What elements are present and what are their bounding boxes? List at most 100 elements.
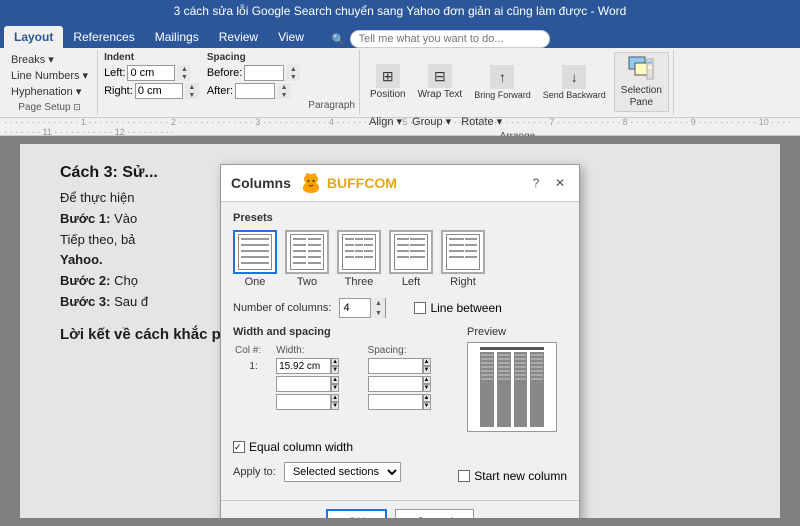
apply-start-row: Apply to: Selected sections Start new co… — [233, 462, 567, 490]
col2-width-down[interactable]: ▼ — [331, 384, 339, 392]
tab-mailings[interactable]: Mailings — [145, 26, 209, 48]
preview-cols — [480, 352, 544, 427]
preset-three-label: Three — [345, 276, 374, 288]
paragraph-label: Paragraph — [308, 98, 355, 113]
spacing-before-input[interactable] — [244, 65, 284, 81]
indent-right-down[interactable]: ▼ — [185, 91, 199, 99]
start-new-column-row: Start new column — [458, 469, 567, 483]
col1-spacing-field: ▲ ▼ — [368, 358, 455, 374]
col1-width-down[interactable]: ▼ — [331, 366, 339, 374]
preset-two[interactable]: Two — [285, 230, 329, 288]
col3-width-up[interactable]: ▲ — [331, 394, 339, 402]
apply-to-label: Apply to: — [233, 466, 276, 478]
columns-up-arrow[interactable]: ▲ — [371, 298, 385, 308]
col3-width-stepper: ▲ ▼ — [331, 394, 339, 410]
breaks-btn[interactable]: Breaks ▾ — [8, 52, 91, 67]
preset-three[interactable]: Three — [337, 230, 381, 288]
spacing-after-down[interactable]: ▼ — [277, 91, 291, 99]
line-between-label: Line between — [430, 301, 501, 315]
line-numbers-btn[interactable]: Line Numbers ▾ — [8, 68, 91, 83]
width-spacing-table: Col #: Width: Spacing: 1: — [233, 344, 457, 411]
col3-row: ▲ ▼ — [233, 393, 457, 411]
columns-dialog: Columns BUFFCOM — [220, 164, 580, 518]
spacing-before-down[interactable]: ▼ — [286, 73, 300, 81]
bring-forward-icon: ↑ — [490, 65, 514, 89]
col3-spacing-field: ▲ ▼ — [368, 394, 455, 410]
col3-spacing-input[interactable] — [368, 394, 423, 410]
col1-spacing-input[interactable] — [368, 358, 423, 374]
indent-right-up[interactable]: ▲ — [185, 83, 199, 91]
title-text: 3 cách sửa lỗi Google Search chuyển sang… — [174, 4, 627, 18]
col2-spacing-input[interactable] — [368, 376, 423, 392]
col2-width-stepper: ▲ ▼ — [331, 376, 339, 392]
start-new-column-checkbox[interactable] — [458, 470, 470, 482]
ribbon-group-arrange: ⊞ Position ⊟ Wrap Text ↑ Bring Forward ↓… — [362, 50, 674, 115]
col3-width-down[interactable]: ▼ — [331, 402, 339, 410]
col3-width-field: ▲ ▼ — [276, 394, 363, 410]
dialog-overlay: Columns BUFFCOM — [20, 144, 780, 518]
tab-view[interactable]: View — [268, 26, 314, 48]
indent-right-input[interactable] — [135, 83, 183, 99]
col2-spacing-field: ▲ ▼ — [368, 376, 455, 392]
col1-spacing-stepper: ▲ ▼ — [423, 358, 431, 374]
equal-column-width-checkbox[interactable]: ✓ — [233, 441, 245, 453]
indent-left-label: Left: — [104, 67, 125, 79]
position-btn[interactable]: ⊞ Position — [366, 62, 410, 102]
indent-right-label: Right: — [104, 85, 133, 97]
apply-to-row: Apply to: Selected sections — [233, 462, 401, 482]
ruler: · · · · · · · · · · · · · · 1 · · · · · … — [0, 118, 800, 136]
preset-left[interactable]: Left — [389, 230, 433, 288]
spacing-header: Spacing: — [366, 344, 457, 357]
spacing-after-up[interactable]: ▲ — [277, 83, 291, 91]
preview-col-3 — [514, 352, 528, 427]
bring-forward-btn[interactable]: ↑ Bring Forward — [470, 63, 535, 102]
tab-layout[interactable]: Layout — [4, 26, 63, 48]
col3-width-input[interactable] — [276, 394, 331, 410]
document-area: Cách 3: Sử... Để thực hiện Bước 1: Vào T… — [0, 136, 800, 526]
tab-references[interactable]: References — [63, 26, 144, 48]
preset-one[interactable]: One — [233, 230, 277, 288]
col1-width-up[interactable]: ▲ — [331, 358, 339, 366]
indent-left-input[interactable] — [127, 65, 175, 81]
indent-left-down[interactable]: ▼ — [177, 73, 191, 81]
columns-down-arrow[interactable]: ▼ — [371, 308, 385, 318]
number-of-columns-label: Number of columns: — [233, 302, 331, 314]
col3-spacing-up[interactable]: ▲ — [423, 394, 431, 402]
tab-review[interactable]: Review — [209, 26, 268, 48]
col1-width-input[interactable] — [276, 358, 331, 374]
number-of-columns-arrows: ▲ ▼ — [370, 298, 385, 318]
width-spacing-section: Width and spacing Col #: Width: Spacing: — [233, 326, 457, 432]
spacing-after-input[interactable] — [235, 83, 275, 99]
col1-spacing-up[interactable]: ▲ — [423, 358, 431, 366]
spacing-before-up[interactable]: ▲ — [286, 65, 300, 73]
col2-spacing-up[interactable]: ▲ — [423, 376, 431, 384]
selection-pane-btn[interactable]: SelectionPane — [614, 52, 669, 112]
document-page: Cách 3: Sử... Để thực hiện Bước 1: Vào T… — [20, 144, 780, 518]
preset-right[interactable]: Right — [441, 230, 485, 288]
indent-label: Indent — [104, 52, 199, 63]
col3-spacing-down[interactable]: ▼ — [423, 402, 431, 410]
number-of-columns-input[interactable] — [340, 302, 370, 314]
hyphenation-btn[interactable]: Hyphenation ▾ — [8, 84, 91, 99]
dialog-help-btn[interactable]: ? — [527, 174, 545, 192]
col-header: Col #: — [233, 344, 274, 357]
width-spacing-label: Width and spacing — [233, 326, 457, 338]
col2-spacing-down[interactable]: ▼ — [423, 384, 431, 392]
left-col-preview — [394, 234, 428, 270]
indent-left-up[interactable]: ▲ — [177, 65, 191, 73]
cancel-button[interactable]: Cancel — [395, 509, 474, 518]
title-bar: 3 cách sửa lỗi Google Search chuyển sang… — [0, 0, 800, 22]
apply-to-select[interactable]: Selected sections — [284, 462, 401, 482]
send-backward-btn[interactable]: ↓ Send Backward — [539, 63, 610, 102]
col2-width-up[interactable]: ▲ — [331, 376, 339, 384]
col2-width-input[interactable] — [276, 376, 331, 392]
wrap-text-btn[interactable]: ⊟ Wrap Text — [414, 62, 467, 102]
tell-me-input[interactable] — [350, 30, 550, 48]
col1-spacing-down[interactable]: ▼ — [423, 366, 431, 374]
col1-number: 1: — [233, 357, 274, 375]
number-of-columns-row: Number of columns: ▲ ▼ Line between — [233, 298, 567, 318]
line-between-checkbox[interactable] — [414, 302, 426, 314]
send-backward-icon: ↓ — [562, 65, 586, 89]
ok-button[interactable]: OK — [326, 509, 387, 518]
dialog-close-btn[interactable]: ✕ — [551, 174, 569, 192]
